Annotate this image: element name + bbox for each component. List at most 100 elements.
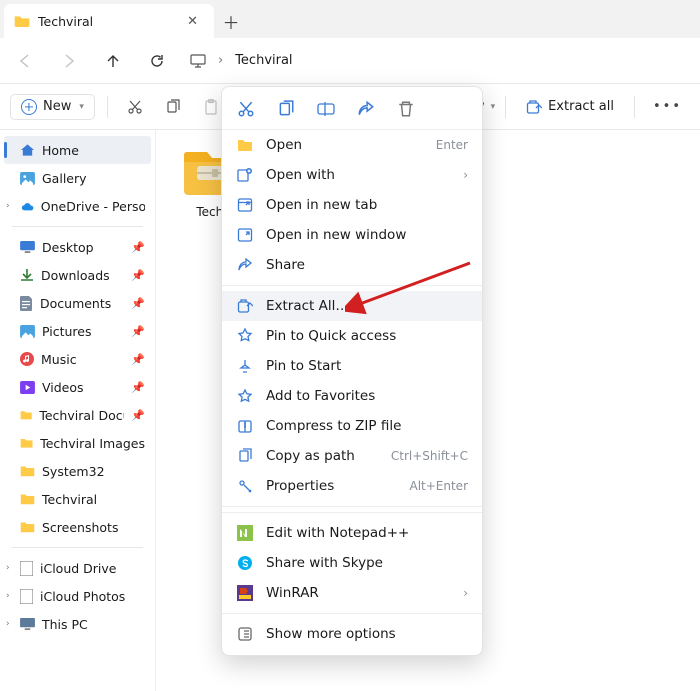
breadcrumb[interactable]: › Techviral	[190, 53, 293, 68]
sidebar-item-label: Techviral	[42, 492, 97, 507]
sidebar-item-documents[interactable]: Documents📌	[4, 289, 151, 317]
sidebar-item-downloads[interactable]: Downloads📌	[4, 261, 151, 289]
props-icon	[236, 478, 254, 494]
breadcrumb-current[interactable]: Techviral	[235, 53, 292, 68]
openwith-icon	[236, 167, 254, 183]
sidebar-item-desktop[interactable]: Desktop📌	[4, 233, 151, 261]
context-separator	[222, 506, 482, 507]
context-item-newwin[interactable]: Open in new window	[222, 220, 482, 250]
sidebar-item-icloud-drive[interactable]: › iCloud Drive	[4, 554, 151, 582]
document-icon	[20, 296, 33, 311]
cloud-icon	[20, 201, 34, 212]
context-item-pinqa[interactable]: Pin to Quick access	[222, 321, 482, 351]
pictures-icon	[20, 325, 35, 338]
copy-icon[interactable]	[276, 99, 296, 119]
music-icon	[20, 352, 34, 366]
delete-icon[interactable]	[396, 99, 416, 119]
sidebar-item-this-pc[interactable]: › This PC	[4, 610, 151, 638]
context-item-pinstart[interactable]: Pin to Start	[222, 351, 482, 381]
more-icon	[236, 626, 254, 642]
context-item-hint: Enter	[436, 138, 468, 152]
pin-icon: 📌	[131, 381, 145, 394]
context-item-label: Copy as path	[266, 448, 379, 464]
sidebar-item-label: OneDrive - Persona	[41, 199, 145, 214]
sidebar-item-folder[interactable]: Techviral Images	[4, 429, 151, 457]
context-item-newtab[interactable]: Open in new tab	[222, 190, 482, 220]
context-menu: OpenEnterOpen with› Open in new tab Open i…	[221, 86, 483, 656]
folder-icon	[20, 409, 32, 421]
context-item-hint: Alt+Enter	[409, 479, 468, 493]
up-button[interactable]	[102, 50, 124, 72]
newwin-icon	[236, 227, 254, 243]
sidebar-item-label: Home	[42, 143, 79, 158]
extract-all-button[interactable]: Extract all	[516, 95, 624, 119]
pinqa-icon	[236, 328, 254, 344]
context-item-more[interactable]: Show more options	[222, 619, 482, 649]
sidebar-item-label: Screenshots	[42, 520, 118, 535]
context-item-label: Open in new tab	[266, 197, 468, 213]
sidebar-item-gallery[interactable]: Gallery	[4, 164, 151, 192]
context-item-winrar[interactable]: WinRAR›	[222, 578, 482, 608]
close-tab-icon[interactable]: ✕	[181, 10, 204, 33]
context-separator	[222, 613, 482, 614]
share-icon[interactable]	[356, 99, 376, 119]
sidebar-item-onedrive[interactable]: › OneDrive - Persona	[4, 192, 151, 220]
sidebar-item-videos[interactable]: Videos📌	[4, 373, 151, 401]
context-item-label: Share	[266, 257, 468, 273]
refresh-button[interactable]	[146, 50, 168, 72]
extract-all-label: Extract all	[548, 99, 614, 114]
cut-icon[interactable]	[236, 99, 256, 119]
chevron-right-icon: ›	[6, 563, 10, 573]
context-item-fav[interactable]: Add to Favorites	[222, 381, 482, 411]
extract-icon	[526, 99, 542, 115]
new-label: New	[43, 99, 71, 114]
copy-button[interactable]	[158, 92, 188, 122]
pin-icon: 📌	[131, 409, 145, 422]
folder-icon	[20, 465, 35, 477]
forward-button[interactable]	[58, 50, 80, 72]
context-item-hint: Ctrl+Shift+C	[391, 449, 468, 463]
sidebar-item-folder[interactable]: System32	[4, 457, 151, 485]
tab-techviral[interactable]: Techviral ✕	[4, 4, 214, 38]
rename-icon[interactable]	[316, 99, 336, 119]
context-item-label: Open with	[266, 167, 451, 183]
context-separator	[222, 285, 482, 286]
context-item-copypath[interactable]: Copy as path Ctrl+Shift+C	[222, 441, 482, 471]
home-icon	[20, 143, 35, 157]
plus-icon	[21, 99, 37, 115]
context-item-props[interactable]: PropertiesAlt+Enter	[222, 471, 482, 501]
npp-icon	[236, 525, 254, 541]
cut-button[interactable]	[120, 92, 150, 122]
context-item-share[interactable]: Share	[222, 250, 482, 280]
breadcrumb-sep: ›	[218, 53, 223, 68]
sidebar: Home Gallery › OneDrive - Persona Deskto…	[0, 130, 156, 691]
new-button[interactable]: New ▾	[10, 94, 95, 120]
drive-icon	[20, 589, 33, 604]
winrar-icon	[236, 585, 254, 601]
sidebar-item-icloud-photos[interactable]: › iCloud Photos	[4, 582, 151, 610]
sidebar-item-label: This PC	[42, 617, 88, 632]
toolbar-divider	[505, 96, 506, 118]
sidebar-item-folder[interactable]: Techviral Docum 📌	[4, 401, 151, 429]
context-item-extract[interactable]: Extract All…	[222, 291, 482, 321]
sidebar-item-folder[interactable]: Screenshots	[4, 513, 151, 541]
sidebar-item-pictures[interactable]: Pictures📌	[4, 317, 151, 345]
desktop-icon	[20, 241, 35, 253]
more-button[interactable]: •••	[645, 95, 690, 118]
context-item-zip[interactable]: Compress to ZIP file	[222, 411, 482, 441]
folder-icon	[236, 137, 254, 153]
context-item-openwith[interactable]: Open with›	[222, 160, 482, 190]
sidebar-item-music[interactable]: Music📌	[4, 345, 151, 373]
skype-icon	[236, 555, 254, 571]
chevron-down-icon: ▾	[79, 102, 84, 112]
sidebar-item-folder[interactable]: Techviral	[4, 485, 151, 513]
download-icon	[20, 268, 34, 282]
new-tab-button[interactable]: ＋	[214, 4, 248, 38]
sidebar-item-home[interactable]: Home	[4, 136, 151, 164]
context-item-npp[interactable]: Edit with Notepad++	[222, 518, 482, 548]
sidebar-item-label: Techviral Docum	[39, 408, 124, 423]
back-button[interactable]	[14, 50, 36, 72]
video-icon	[20, 381, 35, 394]
context-item-folder[interactable]: OpenEnter	[222, 130, 482, 160]
context-item-skype[interactable]: Share with Skype	[222, 548, 482, 578]
